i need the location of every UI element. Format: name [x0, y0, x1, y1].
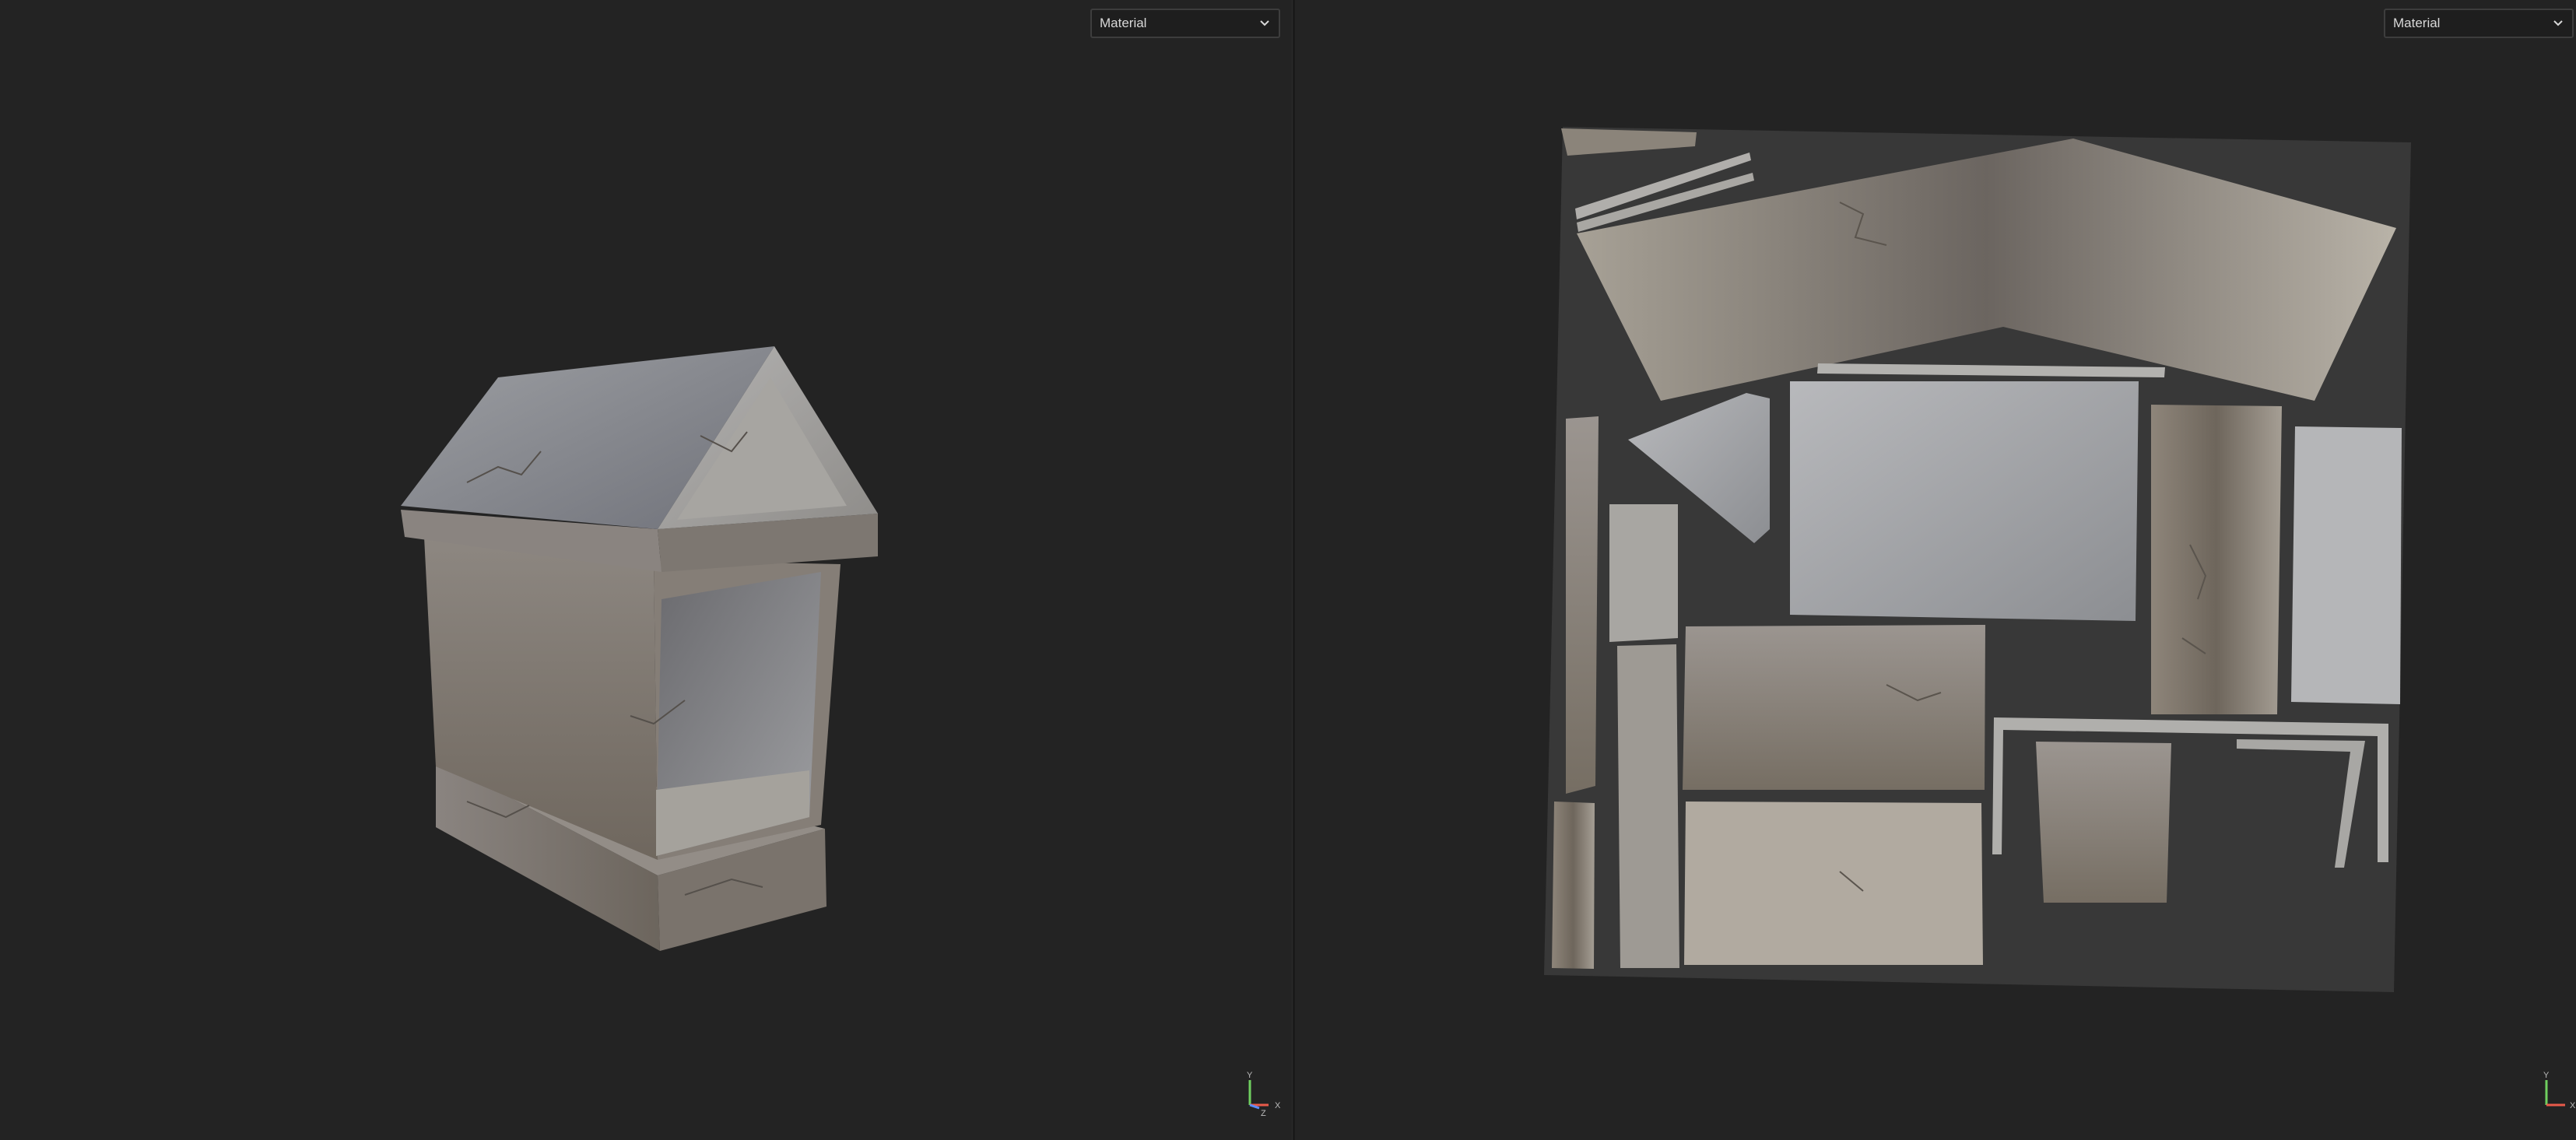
uv-island-pillar-b	[1617, 644, 1679, 968]
uv-island-panel-main	[1790, 381, 2139, 621]
axis-x-label: X	[2570, 1101, 2576, 1110]
channel-select-value: Material	[1100, 16, 1147, 30]
channel-select-uv[interactable]: Material	[2384, 9, 2574, 38]
channel-select-3d[interactable]: Material	[1090, 9, 1280, 38]
uv-island-wall-dark	[2151, 405, 2282, 714]
uv-island-column-left-low	[1552, 802, 1595, 969]
axis-gizmo-3d: Y X Z	[1247, 1071, 1281, 1117]
model-canvas[interactable]	[0, 0, 1292, 1140]
shrine-model	[401, 346, 878, 951]
axis-y-label: Y	[1247, 1071, 1253, 1080]
viewport-3d[interactable]: Material Y X Z	[0, 0, 1292, 1140]
uv-island-small-panel	[2036, 742, 2171, 903]
uv-canvas[interactable]	[1295, 0, 2576, 1140]
uv-island-column-left	[1566, 416, 1599, 794]
axis-y-label: Y	[2543, 1071, 2550, 1080]
viewport-uv[interactable]: Material Y X	[1295, 0, 2576, 1140]
chevron-down-icon	[1260, 20, 1269, 26]
uv-island-pillar-a	[1609, 504, 1678, 642]
axis-gizmo-uv: Y X	[2543, 1071, 2576, 1110]
uv-island-panel-mid	[1683, 625, 1985, 790]
axis-z-label: Z	[1261, 1109, 1266, 1117]
uv-island-panel-bottom	[1684, 802, 1983, 965]
uv-island-wall-light	[2291, 426, 2402, 704]
chevron-down-icon	[2553, 20, 2563, 26]
axis-x-label: X	[1275, 1101, 1281, 1110]
channel-select-value: Material	[2393, 16, 2441, 30]
